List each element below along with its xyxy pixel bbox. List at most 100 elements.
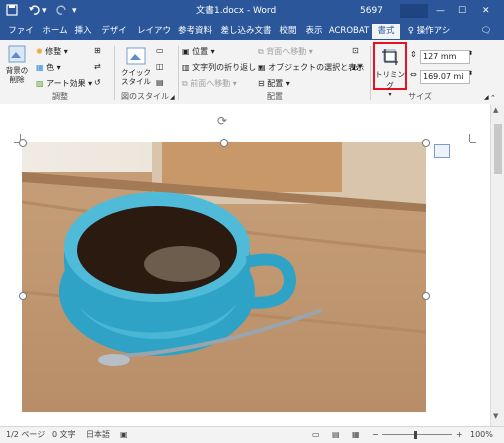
styles-dialog-launcher-icon[interactable]: ◢ — [170, 94, 175, 101]
language[interactable]: 日本語 — [86, 429, 110, 441]
tab-review[interactable]: 校閲 — [276, 24, 300, 39]
picture-layout-icon[interactable]: ▤ — [156, 78, 164, 87]
art-effects-button[interactable]: ▨ アート効果 ▾ — [36, 78, 92, 89]
quick-styles-label: クイック スタイル — [121, 68, 151, 86]
scroll-thumb[interactable] — [494, 124, 502, 174]
margin-mark — [469, 134, 470, 142]
wrap-text-label: 文字列の折り返し — [192, 63, 257, 72]
tab-layout[interactable]: レイアウト — [134, 24, 174, 51]
close-icon[interactable]: ✕ — [482, 4, 490, 18]
wrap-text-icon: ▥ — [182, 63, 190, 72]
change-picture-icon[interactable]: ⇄ — [94, 62, 101, 71]
zoom-slider-thumb[interactable] — [414, 431, 417, 439]
counter: 5697 — [360, 6, 383, 16]
tab-insert[interactable]: 挿入 — [72, 24, 94, 39]
rotate-handle-icon[interactable]: ⟳ — [217, 114, 227, 128]
separator — [370, 46, 371, 100]
rotate-icon[interactable]: ◭▾ — [352, 62, 362, 71]
tab-format[interactable]: 書式 — [372, 24, 400, 39]
tab-tell-me[interactable]: ♀ 操作アシ — [404, 24, 454, 39]
group-label-adjust: 調整 — [52, 92, 68, 101]
tab-file[interactable]: ファイル — [6, 24, 36, 51]
resize-handle-left[interactable] — [19, 292, 27, 300]
align-button[interactable]: ⊟ 配置 ▾ — [258, 78, 290, 89]
print-layout-icon[interactable]: ▤ — [332, 429, 340, 441]
quick-styles-button[interactable]: クイック スタイル — [118, 46, 154, 86]
compress-pictures-icon[interactable]: ⊞ — [94, 46, 101, 55]
tab-references[interactable]: 参考資料 — [176, 24, 214, 39]
zoom-slider[interactable] — [382, 434, 452, 435]
customize-toolbar-icon[interactable]: ▾ — [72, 4, 77, 18]
tab-design[interactable]: デザイン — [98, 24, 130, 51]
crop-button[interactable]: トリミング ▾ — [373, 42, 407, 98]
position-label: 位置 — [192, 47, 209, 56]
redo-icon[interactable] — [56, 4, 68, 18]
proofing-icon[interactable]: ▣ — [120, 429, 128, 441]
art-effects-label: アート効果 — [46, 79, 86, 88]
resize-handle-top-right[interactable] — [422, 139, 430, 147]
color-icon: ▦ — [36, 63, 44, 72]
tab-acrobat[interactable]: ACROBAT — [328, 24, 370, 39]
read-mode-icon[interactable]: ▭ — [312, 429, 320, 441]
selection-pane-button[interactable]: ▤ オブジェクトの選択と表示 — [258, 62, 364, 73]
page-count[interactable]: 1/2 ページ — [6, 429, 45, 441]
separator — [114, 46, 115, 100]
scroll-up-icon[interactable]: ▲ — [493, 106, 498, 114]
width-icon: ⇔ — [410, 70, 417, 79]
remove-background-icon — [8, 45, 26, 63]
minimize-icon[interactable]: — — [436, 4, 445, 18]
align-icon: ⊟ — [258, 79, 265, 88]
web-layout-icon[interactable]: ▦ — [352, 429, 360, 441]
zoom-level[interactable]: 100% — [470, 429, 493, 441]
picture-border-icon[interactable]: ▭ — [156, 46, 164, 55]
height-input[interactable]: 127 mm — [420, 50, 470, 64]
corrections-button[interactable]: ✺ 修整 ▾ — [36, 46, 68, 57]
corrections-label: 修整 — [45, 47, 62, 56]
undo-dropdown-icon[interactable]: ▾ — [42, 4, 47, 18]
layout-options-icon[interactable] — [434, 144, 450, 158]
size-dialog-launcher-icon[interactable]: ◢ — [484, 94, 489, 101]
bring-forward-button[interactable]: ⧉ 前面へ移動 ▾ — [182, 78, 237, 89]
zoom-in-icon[interactable]: + — [456, 429, 463, 441]
status-bar: 1/2 ページ 0 文字 日本語 ▣ ▭ ▤ ▦ − + 100% — [0, 426, 504, 443]
color-button[interactable]: ▦ 色 ▾ — [36, 62, 61, 73]
reset-picture-icon[interactable]: ↺ — [94, 78, 101, 87]
zoom-out-icon[interactable]: − — [372, 429, 379, 441]
coffee-photo[interactable] — [22, 142, 426, 412]
bring-forward-icon: ⧉ — [182, 79, 188, 88]
save-icon[interactable] — [6, 4, 18, 18]
maximize-icon[interactable]: ☐ — [458, 4, 466, 18]
color-label: 色 — [46, 63, 55, 72]
art-effects-icon: ▨ — [36, 79, 44, 88]
position-button[interactable]: ▣ 位置 ▾ — [182, 46, 215, 57]
tab-view[interactable]: 表示 — [302, 24, 326, 39]
remove-background-button[interactable]: 背景の削除 — [4, 44, 30, 84]
quick-styles-icon — [126, 47, 146, 65]
group-objects-icon[interactable]: ⊡ — [352, 46, 359, 55]
wrap-text-button[interactable]: ▥ 文字列の折り返し ▾ — [182, 62, 263, 73]
vertical-scrollbar[interactable]: ▲ ▼ — [490, 104, 504, 426]
undo-icon[interactable] — [28, 4, 40, 18]
comments-icon[interactable]: 🗨 — [476, 24, 496, 39]
word-count[interactable]: 0 文字 — [52, 429, 76, 441]
send-backward-button[interactable]: ⧉ 背面へ移動 ▾ — [258, 46, 313, 57]
selection-pane-label: オブジェクトの選択と表示 — [268, 63, 365, 72]
group-label-styles: 図のスタイル — [121, 92, 169, 101]
tab-home[interactable]: ホーム — [40, 24, 70, 39]
tab-mailings[interactable]: 差し込み文書 — [218, 24, 274, 39]
ribbon-options-icon[interactable] — [400, 4, 428, 18]
resize-handle-right[interactable] — [422, 292, 430, 300]
height-icon: ⇕ — [410, 50, 417, 59]
width-spinner-icon[interactable]: ⬍ — [468, 70, 473, 77]
scroll-down-icon[interactable]: ▼ — [493, 412, 498, 420]
collapse-ribbon-icon[interactable]: ⌃ — [490, 94, 496, 102]
resize-handle-top[interactable] — [220, 139, 228, 147]
picture-effects-icon[interactable]: ◫ — [156, 62, 164, 71]
title-bar: ▾ ▾ 文書1.docx - Word 5697 — ☐ ✕ — [0, 0, 504, 22]
ribbon: 背景の削除 ✺ 修整 ▾ ▦ 色 ▾ ▨ アート効果 ▾ ⊞ ⇄ ↺ 調整 クイ… — [0, 40, 504, 105]
width-input[interactable]: 169.07 mi — [420, 70, 470, 84]
ribbon-tabs: ファイル ホーム 挿入 デザイン レイアウト 参考資料 差し込み文書 校閲 表示… — [0, 22, 504, 51]
group-label-size: サイズ — [408, 92, 432, 101]
resize-handle-top-left[interactable] — [19, 139, 27, 147]
height-spinner-icon[interactable]: ⬍ — [468, 50, 473, 57]
